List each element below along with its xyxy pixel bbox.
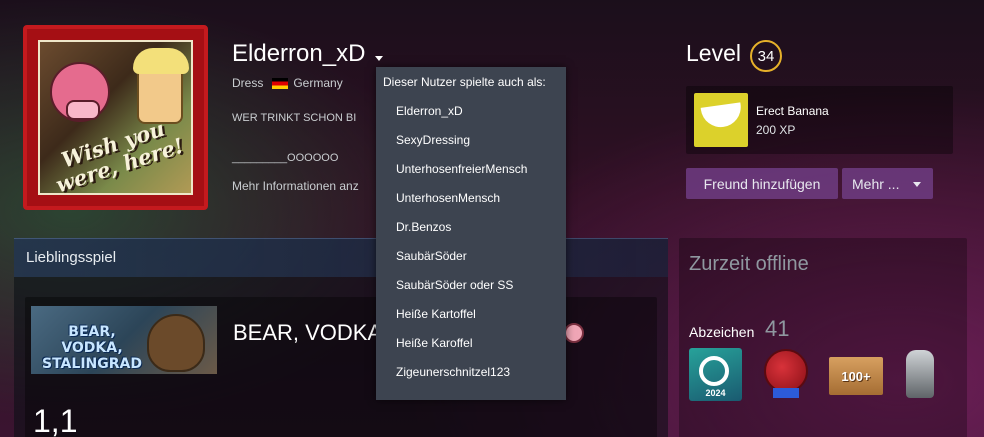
- favorite-game-header-label: Lieblingsspiel: [26, 249, 117, 266]
- profile-summary-line-2: _________OOOOOO: [232, 152, 339, 164]
- featured-badge-name[interactable]: Erect Banana: [756, 104, 829, 118]
- alias-item[interactable]: Heiße Karoffel: [376, 329, 566, 358]
- chevron-down-icon: [913, 182, 921, 187]
- pig-emoticon-icon: [564, 323, 584, 343]
- germany-flag-icon: [272, 77, 289, 89]
- pig-character-icon: [50, 62, 110, 122]
- avatar-image: Wish you were, here!: [38, 40, 193, 195]
- badge-year-label: 2024: [705, 388, 726, 398]
- badges-label[interactable]: Abzeichen: [689, 324, 754, 340]
- avatar-caption: Wish you were, here!: [52, 115, 187, 195]
- featured-badge-xp: 200 XP: [756, 123, 796, 137]
- hundred-plus-badge-icon[interactable]: 100+: [829, 357, 883, 395]
- level-label: Level: [686, 40, 741, 66]
- name-history-dropdown: Dieser Nutzer spielte auch als: Elderron…: [376, 67, 566, 400]
- profile-avatar: Wish you were, here!: [23, 25, 208, 210]
- alias-item[interactable]: Elderron_xD: [376, 97, 566, 126]
- alias-item[interactable]: Dr.Benzos: [376, 213, 566, 242]
- more-button[interactable]: Mehr ...: [842, 168, 933, 199]
- name-history-title: Dieser Nutzer spielte auch als:: [383, 75, 546, 89]
- profile-location: Dress Germany: [232, 76, 343, 90]
- more-info-link[interactable]: Mehr Informationen anz: [232, 179, 359, 193]
- location-prefix: Dress: [232, 76, 264, 90]
- alias-item[interactable]: SaubärSöder: [376, 242, 566, 271]
- game-hours-played: 1,1: [33, 403, 78, 437]
- banana-icon: [700, 102, 744, 130]
- online-status: Zurzeit offline: [689, 253, 809, 275]
- persona-name[interactable]: Elderron_xD: [232, 40, 365, 68]
- alias-item[interactable]: SaubärSöder oder SS: [376, 271, 566, 300]
- alias-list: Elderron_xD SexyDressing Unterhosenfreie…: [376, 95, 566, 387]
- alias-item[interactable]: Zigeunerschnitzel123: [376, 358, 566, 387]
- alias-item[interactable]: Heiße Kartoffel: [376, 300, 566, 329]
- fur-hat-badge-icon[interactable]: [906, 350, 934, 398]
- add-friend-button[interactable]: Freund hinzufügen: [686, 168, 838, 199]
- country-name: Germany: [293, 76, 343, 90]
- banana-badge-icon[interactable]: [694, 93, 748, 147]
- profile-summary-line-1: WER TRINKT SCHON BI: [232, 112, 357, 124]
- favorite-game-title[interactable]: BEAR, VODKA: [233, 320, 382, 346]
- game-capsule-text: BEAR, VODKA, STALINGRAD: [42, 324, 142, 372]
- badges-count[interactable]: 41: [765, 316, 789, 342]
- alias-item[interactable]: SexyDressing: [376, 126, 566, 155]
- more-button-label: Mehr ...: [852, 175, 900, 192]
- level-badge[interactable]: 34: [750, 40, 782, 72]
- bear-icon: [147, 314, 205, 372]
- ribbon-icon: [773, 388, 799, 398]
- game-capsule-image[interactable]: BEAR, VODKA, STALINGRAD: [31, 306, 217, 374]
- name-history-caret-icon[interactable]: [375, 56, 383, 61]
- alias-item[interactable]: UnterhosenfreierMensch: [376, 155, 566, 184]
- wax-seal-badge-icon[interactable]: [764, 349, 808, 393]
- steam-logo-icon: [699, 356, 729, 386]
- alias-item[interactable]: UnterhosenMensch: [376, 184, 566, 213]
- steam-2024-badge-icon[interactable]: 2024: [689, 348, 742, 401]
